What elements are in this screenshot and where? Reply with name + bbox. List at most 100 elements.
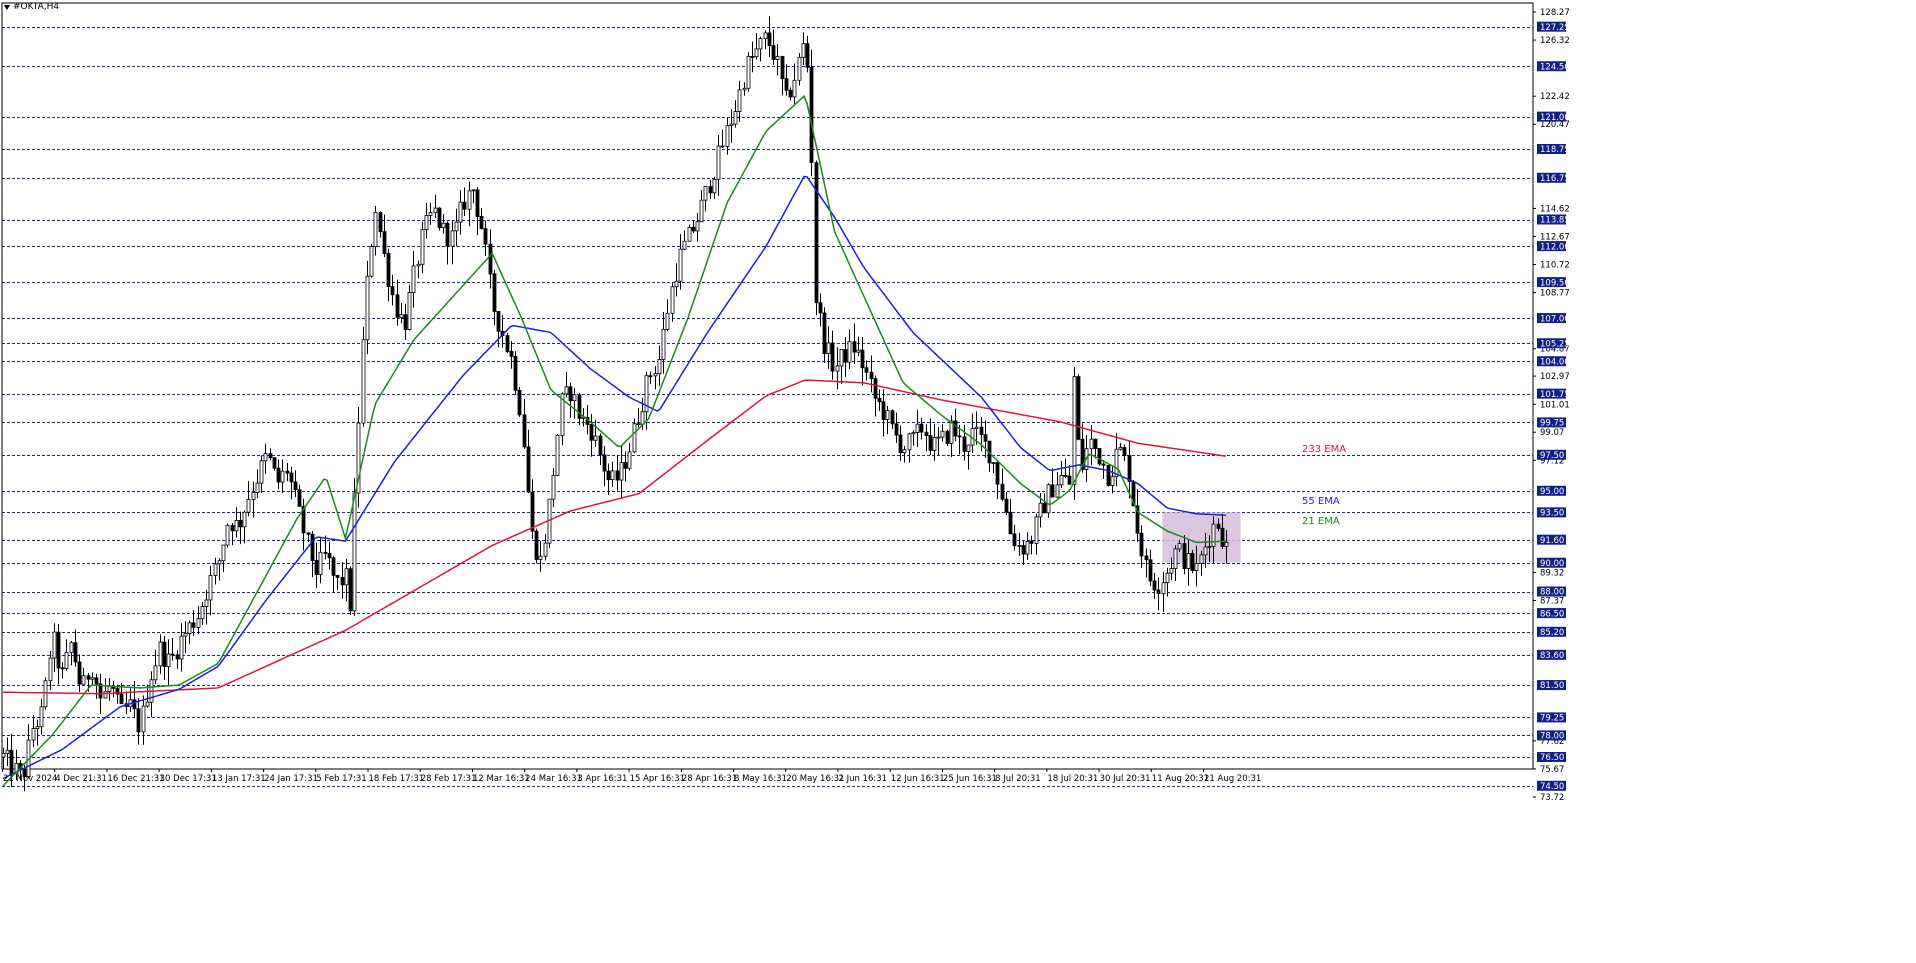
candle-body (881, 401, 886, 420)
candle-body (691, 226, 696, 232)
candle-body (9, 749, 14, 775)
candle-body (788, 89, 793, 98)
candle-body (555, 434, 560, 476)
candle-body (424, 215, 429, 231)
candle-body (822, 312, 827, 355)
candle-body (894, 423, 899, 436)
candle-body (263, 453, 268, 462)
time-tick-label: 8 Jul 20:31 (995, 774, 1041, 784)
candle-body (175, 654, 180, 660)
chart-symbol-header[interactable]: #OKTA,H4 (4, 2, 59, 12)
candle-body (962, 436, 967, 452)
candle-body (225, 524, 230, 546)
candle-body (750, 56, 755, 58)
candle-body (1050, 484, 1055, 498)
candle-body (1182, 543, 1187, 569)
candle-body (593, 435, 598, 441)
candle-body (513, 355, 518, 391)
candle-body (314, 560, 319, 575)
candle-body (31, 728, 36, 741)
price-tick-label: 99.07 (1540, 428, 1564, 438)
candle-body (1169, 568, 1174, 574)
price-tick-label: 87.37 (1540, 597, 1564, 607)
level-badge-label: 78.00 (1540, 732, 1564, 742)
candle-body (293, 481, 298, 491)
candle-body (77, 661, 82, 685)
candle-body (1063, 474, 1068, 477)
candle-body (653, 373, 658, 377)
candle-body (52, 631, 57, 659)
candle-body (505, 335, 510, 352)
candle-body (543, 542, 548, 557)
candle-body (716, 145, 721, 180)
candle-body (327, 553, 332, 559)
time-tick-label: 18 Jul 20:31 (1047, 774, 1098, 784)
candle-body (687, 226, 692, 242)
candle-body (1055, 484, 1060, 498)
candle-body (615, 470, 620, 481)
candle-body (1, 753, 6, 758)
candle-body (1106, 464, 1111, 486)
candle-body (242, 511, 247, 528)
candle-body (1046, 484, 1051, 514)
candle-body (1127, 455, 1132, 482)
candle-body (365, 275, 370, 341)
candle-body (407, 292, 412, 330)
candle-body (640, 411, 645, 425)
candle-body (90, 677, 95, 680)
candle-body (940, 430, 945, 438)
candle-body (979, 426, 984, 435)
candle-body (589, 423, 594, 441)
candle-body (1093, 438, 1098, 449)
level-badge-label: 105.25 (1540, 339, 1570, 349)
candle-body (809, 66, 814, 164)
time-tick-label: 15 Apr 16:31 (630, 774, 685, 784)
price-tick-label: 110.72 (1540, 261, 1570, 271)
candle-body (420, 229, 425, 265)
candle-body (619, 462, 624, 481)
time-tick-label: 5 Feb 17:31 (316, 774, 366, 784)
candle-body (158, 641, 163, 667)
candle-body (103, 690, 108, 699)
candle-body (632, 423, 637, 453)
candle-body (898, 434, 903, 454)
candle-body (416, 263, 421, 267)
candle-body (1194, 563, 1199, 572)
candle-body (682, 240, 687, 250)
candle-body (395, 294, 400, 318)
level-badge-label: 104.00 (1540, 357, 1570, 367)
level-badge-label: 97.50 (1540, 451, 1564, 461)
candle-body (492, 273, 497, 312)
candle-body (471, 189, 476, 192)
candle-body (957, 435, 962, 438)
candle-body (695, 221, 700, 232)
candles (1, 16, 1229, 792)
candle-body (1012, 533, 1017, 547)
time-tick-label: 28 Apr 16:31 (682, 774, 737, 784)
candle-body (818, 302, 823, 314)
candle-body (475, 189, 480, 217)
ema-233-label: 233 EMA (1302, 444, 1346, 455)
candle-body (843, 349, 848, 363)
time-axis: 21 Nov 20244 Dec 21:31 16 Dec 21:3130 Dec… (2, 769, 1261, 784)
candle-body (1211, 523, 1216, 547)
candle-body (919, 423, 924, 433)
ema-21-line (2, 94, 1227, 787)
candle-body (991, 462, 996, 464)
candle-body (814, 162, 819, 304)
candle-body (183, 633, 188, 637)
candle-body (204, 599, 209, 607)
ema-21-label: 21 EMA (1302, 516, 1340, 527)
level-badge-label: 113.85 (1540, 216, 1570, 226)
candle-body (373, 212, 378, 247)
ema-55-line (2, 175, 1227, 780)
candle-body (467, 190, 472, 210)
candle-body (1000, 483, 1005, 500)
time-tick-label: 20 May 16:31 (786, 774, 844, 784)
candle-body (509, 351, 514, 357)
candle-body (255, 482, 260, 493)
time-tick-label: 3 Apr 16:31 (577, 774, 627, 784)
candle-body (1067, 475, 1072, 485)
collapse-triangle-icon[interactable] (4, 4, 10, 10)
candle-body (627, 451, 632, 469)
